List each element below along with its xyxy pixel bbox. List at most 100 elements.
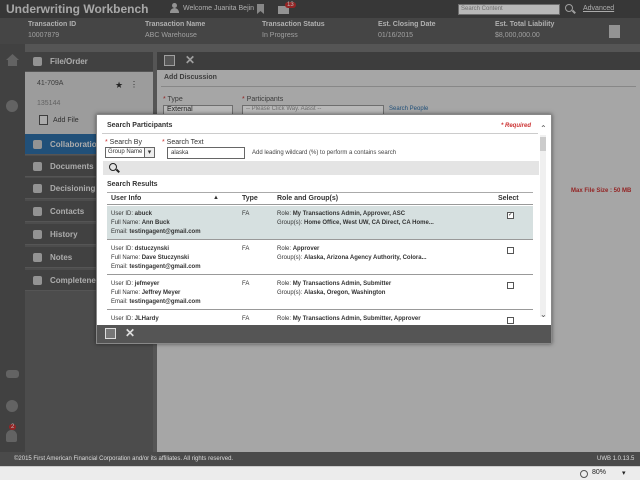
select-checkbox[interactable]: ✓ — [507, 212, 514, 219]
col-select: Select — [498, 195, 519, 202]
select-checkbox[interactable] — [507, 317, 514, 324]
search-text-label-text: Search Text — [166, 139, 204, 146]
footer: ©2015 First American Financial Corporati… — [0, 452, 640, 466]
search-icon[interactable] — [109, 163, 117, 171]
table-header: User Info ▲ Type Role and Group(s) Selec… — [107, 193, 533, 205]
select-checkbox[interactable] — [507, 282, 514, 289]
full-name-value: Jeffrey Meyer — [141, 290, 181, 296]
email: Email: testingagent@gmail.com — [111, 298, 201, 307]
groups: Group(s): Home Office, West UW, CA Direc… — [277, 219, 434, 228]
role-value: My Transactions Admin, Approver, ASC — [292, 211, 406, 217]
role-label: Role: — [277, 211, 293, 217]
zoom-icon[interactable] — [580, 470, 588, 478]
type-cell: FA — [242, 246, 250, 252]
full-name-value: Ann Buck — [141, 220, 170, 226]
close-icon[interactable]: ✕ — [125, 326, 135, 340]
type-cell: FA — [242, 316, 250, 322]
role-group-cell: Role: My Transactions Admin, Approver, A… — [277, 210, 434, 228]
user-id: User ID: dstuczynski — [111, 245, 201, 254]
results-table: User Info ▲ Type Role and Group(s) Selec… — [107, 192, 533, 324]
scroll-down-icon[interactable]: ⌄ — [540, 310, 547, 319]
user-id-value: dstuczynski — [134, 246, 170, 252]
required-note: * Required — [501, 123, 532, 129]
col-role-group[interactable]: Role and Group(s) — [277, 195, 338, 202]
table-row[interactable]: User ID: jefmeyer Full Name: Jeffrey Meye… — [107, 276, 533, 310]
role-group-cell: Role: My Transactions Admin, Submitter, … — [277, 315, 434, 324]
scroll-up-icon[interactable]: ⌃ — [540, 124, 547, 133]
copyright: ©2015 First American Financial Corporati… — [14, 456, 234, 462]
groups-label: Group(s): — [277, 255, 305, 261]
email-value: testingagent@gmail.com — [129, 264, 201, 270]
dialog-scrollbar[interactable] — [540, 135, 546, 317]
role-value: My Transactions Admin, Submitter — [292, 281, 392, 287]
role: Role: My Transactions Admin, Submitter, … — [277, 315, 434, 324]
user-info-cell: User ID: dstuczynski Full Name: Dave Stuc… — [111, 245, 201, 272]
groups-label: Group(s): — [277, 220, 305, 226]
user-info-cell: User ID: jefmeyer Full Name: Jeffrey Meye… — [111, 280, 201, 307]
user-id-label: User ID: — [111, 211, 135, 217]
role-group-cell: Role: Approver Group(s): Alaska, Arizona … — [277, 245, 427, 263]
dialog-footer: ✕ — [97, 325, 551, 343]
groups-value: Alaska, Oregon, Washington — [304, 290, 386, 296]
email: Email: testingagent@gmail.com — [111, 263, 201, 272]
full-name: Full Name: Ann Buck — [111, 219, 201, 228]
email-label: Email: — [111, 299, 130, 305]
divider — [102, 133, 538, 134]
search-by-select[interactable]: Group Name — [105, 147, 155, 158]
col-user-info[interactable]: User Info — [111, 195, 141, 202]
user-id: User ID: abuck — [111, 210, 201, 219]
table-row[interactable]: User ID: abuck Full Name: Ann Buck Email: … — [107, 206, 533, 240]
role-label: Role: — [277, 246, 293, 252]
groups-value: Alaska, Arizona Agency Authority, Colora… — [304, 255, 427, 261]
role: Role: My Transactions Admin, Submitter — [277, 280, 391, 289]
user-id-label: User ID: — [111, 281, 135, 287]
chevron-down-icon[interactable]: ▾ — [622, 469, 626, 477]
full-name-label: Full Name: — [111, 290, 142, 296]
search-bar — [103, 161, 539, 175]
search-text-label: * Search Text — [162, 139, 204, 146]
dialog-scroll-thumb[interactable] — [540, 137, 546, 151]
user-id-label: User ID: — [111, 316, 135, 322]
search-by-label-text: Search By — [109, 139, 142, 146]
user-id-value: JLHardy — [134, 316, 159, 322]
email-label: Email: — [111, 229, 130, 235]
search-text-input[interactable]: alaska — [167, 147, 245, 159]
groups-value: Home Office, West UW, CA Direct, CA Home… — [304, 220, 434, 226]
select-checkbox[interactable] — [507, 247, 514, 254]
browser-status-bar: 80% ▾ — [0, 466, 640, 480]
email-label: Email: — [111, 264, 130, 270]
role-label: Role: — [277, 281, 293, 287]
search-participants-dialog: Search Participants * Required ⌃ * Searc… — [96, 114, 552, 344]
groups: Group(s): Alaska, Arizona Agency Authori… — [277, 254, 427, 263]
save-icon[interactable] — [105, 328, 116, 339]
sort-asc-icon[interactable]: ▲ — [213, 195, 219, 201]
role-value: My Transactions Admin, Submitter, Approv… — [292, 316, 421, 322]
type-cell: FA — [242, 281, 250, 287]
results-heading: Search Results — [107, 181, 158, 188]
user-id-value: jefmeyer — [134, 281, 160, 287]
groups: Group(s): Alaska, Oregon, Washington — [277, 289, 391, 298]
col-type[interactable]: Type — [242, 195, 258, 202]
role-value: Approver — [292, 246, 320, 252]
zoom-level[interactable]: 80% — [592, 469, 606, 476]
version: UWB 1.0.13.5 — [597, 456, 635, 462]
table-row[interactable]: User ID: dstuczynski Full Name: Dave Stuc… — [107, 241, 533, 275]
dialog-title: Search Participants — [107, 122, 173, 129]
full-name-value: Dave Stuczynski — [141, 255, 190, 261]
user-id-label: User ID: — [111, 246, 135, 252]
user-id-value: abuck — [134, 211, 153, 217]
user-info-cell: User ID: abuck Full Name: Ann Buck Email: … — [111, 210, 201, 237]
email: Email: testingagent@gmail.com — [111, 228, 201, 237]
user-id: User ID: JLHardy — [111, 315, 201, 324]
user-id: User ID: jefmeyer — [111, 280, 201, 289]
search-by-label: * Search By — [105, 139, 142, 146]
full-name: Full Name: Jeffrey Meyer — [111, 289, 201, 298]
user-info-cell: User ID: JLHardyFull Name: Jessica Hardy… — [111, 315, 201, 324]
groups-label: Group(s): — [277, 290, 305, 296]
table-row[interactable]: User ID: JLHardyFull Name: Jessica Hardy… — [107, 311, 533, 324]
email-value: testingagent@gmail.com — [129, 299, 201, 305]
role-label: Role: — [277, 316, 293, 322]
wildcard-hint: Add leading wildcard (%) to perform a co… — [252, 150, 397, 156]
email-value: testingagent@gmail.com — [129, 229, 201, 235]
role-group-cell: Role: My Transactions Admin, Submitter Gr… — [277, 280, 391, 298]
